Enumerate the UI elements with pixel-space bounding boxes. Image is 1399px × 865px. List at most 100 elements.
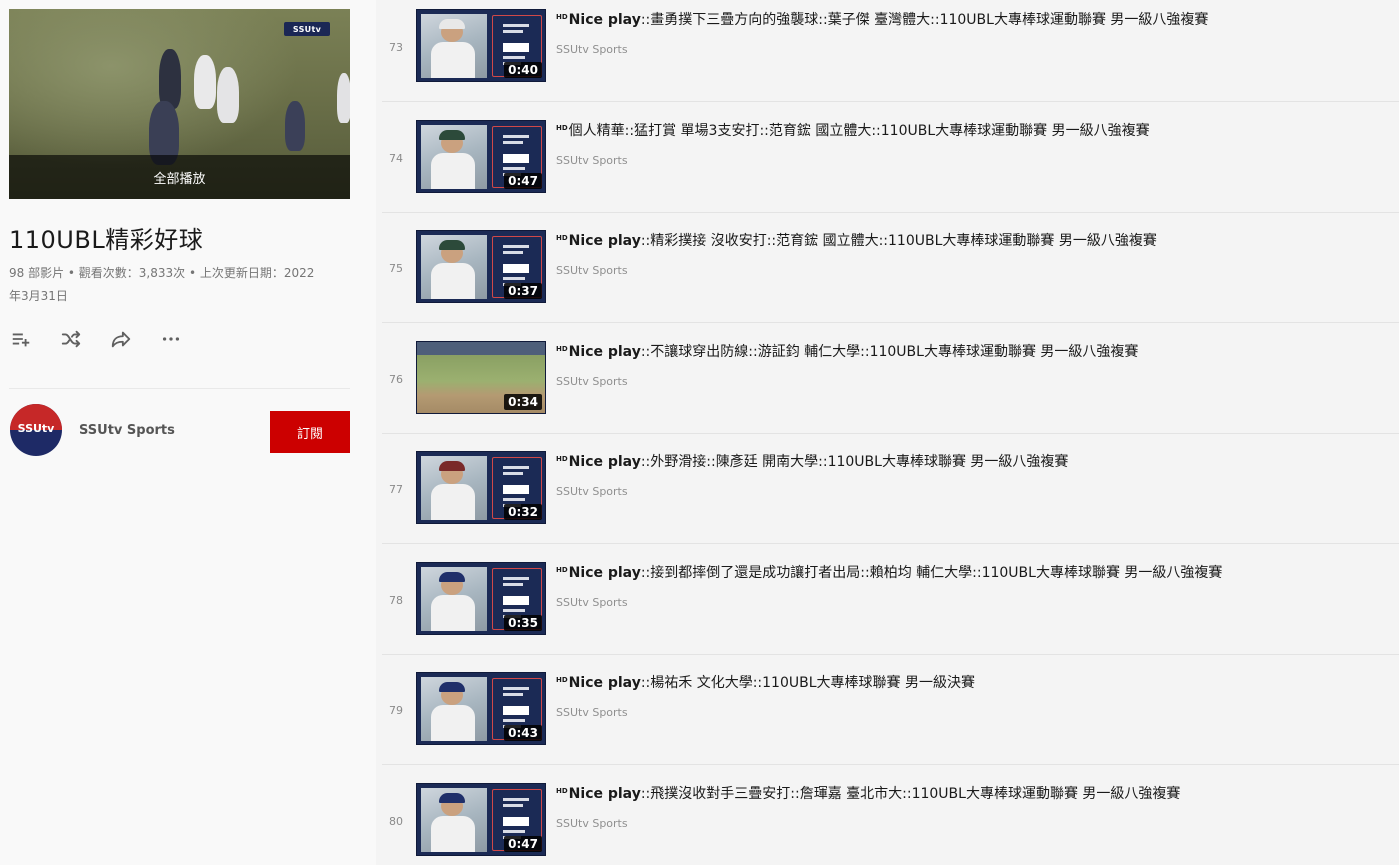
video-title[interactable]: HDNice play::楊祐禾 文化大學::110UBL大專棒球聯賽 男一級決…	[556, 672, 1386, 692]
video-row[interactable]: 730:40 HDNice play::畫勇撲下三疊方向的強襲球::葉子傑 臺灣體…	[376, 0, 1399, 102]
video-duration: 0:40	[504, 62, 542, 78]
video-index: 77	[389, 483, 403, 496]
video-title-lead: Nice play	[568, 12, 641, 28]
video-channel-name[interactable]: SSUtv Sports	[556, 817, 628, 830]
hero-player	[194, 55, 216, 109]
video-thumbnail[interactable]: 0:37	[416, 230, 546, 303]
player-figure	[431, 263, 475, 299]
player-cap	[439, 19, 465, 29]
player-cap	[439, 793, 465, 803]
hero-player	[285, 101, 305, 151]
video-title[interactable]: HDNice play::不讓球穿出防線::游証鈞 輔仁大學::110UBL大專…	[556, 341, 1386, 361]
hd-badge: HD	[556, 345, 568, 353]
video-title-lead: Nice play	[568, 565, 641, 581]
video-title-lead: Nice play	[568, 675, 641, 691]
playlist-meta: 98 部影片 • 觀看次數：3,833次 • 上次更新日期：2022年3月31日	[9, 266, 315, 303]
playlist-hero-thumbnail[interactable]: SSUtv 全部播放	[9, 9, 350, 199]
hd-badge: HD	[556, 234, 568, 242]
player-cap	[439, 240, 465, 250]
hero-player	[159, 49, 181, 109]
player-cap	[439, 130, 465, 140]
video-duration: 0:47	[504, 173, 542, 189]
video-index: 75	[389, 262, 403, 275]
video-duration: 0:37	[504, 283, 542, 299]
video-channel-name[interactable]: SSUtv Sports	[556, 706, 628, 719]
hero-player	[337, 73, 350, 123]
video-row[interactable]: 760:34 HDNice play::不讓球穿出防線::游証鈞 輔仁大學::11…	[376, 323, 1399, 434]
video-title-text: ::不讓球穿出防線::游証鈞 輔仁大學::110UBL大專棒球運動聯賽 男一級八…	[640, 344, 1139, 360]
subscribe-button[interactable]: 訂閱	[270, 411, 350, 453]
video-title-text: ::外野滑接::陳彥廷 開南大學::110UBL大專棒球聯賽 男一級八強複賽	[640, 454, 1069, 470]
play-all-button[interactable]: 全部播放	[9, 155, 350, 199]
channel-avatar[interactable]: SSUtv	[10, 404, 62, 456]
video-index: 79	[389, 704, 403, 717]
video-title[interactable]: HDNice play::外野滑接::陳彥廷 開南大學::110UBL大專棒球聯…	[556, 451, 1386, 471]
video-channel-name[interactable]: SSUtv Sports	[556, 43, 628, 56]
video-title[interactable]: HD個人精華::猛打賞 單場3支安打::范育鋐 國立體大::110UBL大專棒球…	[556, 120, 1386, 140]
video-channel-name[interactable]: SSUtv Sports	[556, 264, 628, 277]
video-index: 73	[389, 41, 403, 54]
video-duration: 0:43	[504, 725, 542, 741]
share-icon[interactable]	[109, 327, 133, 351]
hero-player	[217, 67, 239, 123]
player-figure	[431, 595, 475, 631]
video-row[interactable]: 750:37 HDNice play::精彩撲接 沒收安打::范育鋐 國立體大::…	[376, 212, 1399, 323]
video-index: 78	[389, 594, 403, 607]
playlist-sidebar: SSUtv 全部播放 110UBL精彩好球 98 部影片 • 觀看次數：3,83…	[0, 0, 372, 865]
video-thumbnail[interactable]: 0:34	[416, 341, 546, 414]
add-to-queue-icon[interactable]	[9, 327, 33, 351]
video-index: 80	[389, 815, 403, 828]
video-title-text: ::楊祐禾 文化大學::110UBL大專棒球聯賽 男一級決賽	[640, 675, 975, 691]
player-cap	[439, 461, 465, 471]
video-thumbnail[interactable]: 0:40	[416, 9, 546, 82]
video-channel-name[interactable]: SSUtv Sports	[556, 596, 628, 609]
hd-badge: HD	[556, 124, 568, 132]
video-thumbnail[interactable]: 0:32	[416, 451, 546, 524]
video-channel-name[interactable]: SSUtv Sports	[556, 485, 628, 498]
video-row[interactable]: 800:47 HDNice play::飛撲沒收對手三疊安打::詹琿嘉 臺北市大:…	[376, 765, 1399, 865]
video-title[interactable]: HDNice play::畫勇撲下三疊方向的強襲球::葉子傑 臺灣體大::110…	[556, 9, 1386, 29]
video-thumbnail[interactable]: 0:47	[416, 120, 546, 193]
more-icon[interactable]	[159, 327, 183, 351]
video-title-lead: Nice play	[568, 344, 641, 360]
video-row[interactable]: 740:47 HD個人精華::猛打賞 單場3支安打::范育鋐 國立體大::110U…	[376, 102, 1399, 213]
video-title-lead: Nice play	[568, 233, 641, 249]
video-duration: 0:47	[504, 836, 542, 852]
hd-badge: HD	[556, 676, 568, 684]
video-channel-name[interactable]: SSUtv Sports	[556, 154, 628, 167]
shuffle-icon[interactable]	[59, 327, 83, 351]
hd-badge: HD	[556, 566, 568, 574]
channel-name[interactable]: SSUtv Sports	[79, 423, 175, 438]
sidebar-divider	[9, 388, 350, 389]
video-title[interactable]: HDNice play::接到都摔倒了還是成功讓打者出局::賴柏均 輔仁大學::…	[556, 562, 1386, 582]
video-title-text: ::精彩撲接 沒收安打::范育鋐 國立體大::110UBL大專棒球運動聯賽 男一…	[640, 233, 1157, 249]
hd-badge: HD	[556, 455, 568, 463]
video-row[interactable]: 78 0:35 HDNice play::接到都摔倒了還是成功讓打者出局::賴柏均 …	[376, 544, 1399, 655]
video-list: 73 0:40 HDNice play::畫勇撲下三疊方向的強襲球::葉子傑 臺灣體…	[376, 0, 1399, 865]
playlist-title: 110UBL精彩好球	[9, 226, 204, 254]
player-cap	[439, 572, 465, 582]
video-duration: 0:34	[504, 394, 542, 410]
video-title[interactable]: HDNice play::飛撲沒收對手三疊安打::詹琿嘉 臺北市大::110UB…	[556, 783, 1386, 803]
video-title-lead: Nice play	[568, 786, 641, 802]
video-thumbnail[interactable]: 0:47	[416, 783, 546, 856]
video-title[interactable]: HDNice play::精彩撲接 沒收安打::范育鋐 國立體大::110UBL…	[556, 230, 1386, 250]
player-figure	[431, 42, 475, 78]
video-duration: 0:32	[504, 504, 542, 520]
player-figure	[431, 705, 475, 741]
video-index: 74	[389, 152, 403, 165]
video-title-text: ::接到都摔倒了還是成功讓打者出局::賴柏均 輔仁大學::110UBL大專棒球聯…	[640, 565, 1223, 581]
video-thumbnail[interactable]: 0:35	[416, 562, 546, 635]
player-cap	[439, 682, 465, 692]
video-row[interactable]: 790:43 HDNice play::楊祐禾 文化大學::110UBL大專棒球聯…	[376, 654, 1399, 765]
hd-badge: HD	[556, 13, 568, 21]
video-title-text: ::畫勇撲下三疊方向的強襲球::葉子傑 臺灣體大::110UBL大專棒球運動聯賽…	[640, 12, 1209, 28]
avatar-text: SSUtv	[17, 422, 55, 435]
video-index: 76	[389, 373, 403, 386]
video-title-text: 個人精華::猛打賞 單場3支安打::范育鋐 國立體大::110UBL大專棒球運動…	[568, 123, 1150, 139]
video-thumbnail[interactable]: 0:43	[416, 672, 546, 745]
video-channel-name[interactable]: SSUtv Sports	[556, 375, 628, 388]
hd-badge: HD	[556, 787, 568, 795]
video-title-lead: Nice play	[568, 454, 641, 470]
video-row[interactable]: 770:32 HDNice play::外野滑接::陳彥廷 開南大學::110UB…	[376, 433, 1399, 544]
